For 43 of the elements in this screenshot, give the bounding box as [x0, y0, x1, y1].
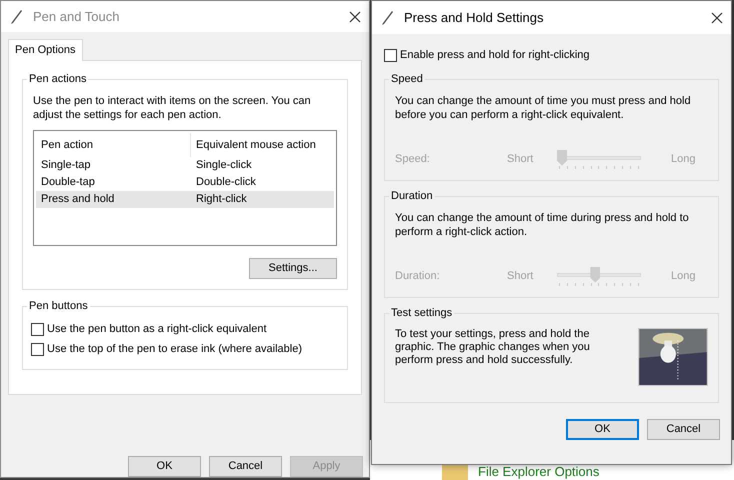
close-icon[interactable]: [349, 10, 361, 22]
pen-icon: [9, 8, 23, 24]
max-label: Long: [671, 269, 696, 284]
checkbox-label[interactable]: Enable press and hold for right-clicking: [400, 47, 590, 64]
slider-label: Duration:: [395, 269, 441, 284]
column-header[interactable]: Pen action: [36, 133, 191, 157]
settings-button[interactable]: Settings...: [249, 258, 337, 279]
list-cell-text: Press and hold: [40, 192, 116, 208]
min-label: Short: [507, 269, 534, 284]
description-text: Use the pen to interact with items on the screen. You can adjust the settings for each pen action.: [33, 94, 312, 122]
description-text: You can change the amount of time during press and hold to perform a right-click action.: [395, 210, 690, 238]
description-text: You can change the amount of time you must press and hold before you can perform a right-click equivalent.: [395, 94, 692, 122]
window-title: Pen and Touch: [33, 8, 120, 26]
dialog-button[interactable]: OK: [566, 418, 639, 440]
group-legend: Duration: [389, 188, 435, 202]
slider-label: Speed:: [395, 152, 431, 168]
list-cell-text: Double-tap: [40, 175, 96, 190]
window-title: Press and Hold Settings: [404, 8, 544, 27]
checkbox-label[interactable]: Use the top of the pen to erase ink (where available): [47, 340, 302, 358]
min-label: Short: [507, 152, 534, 168]
checkbox-label[interactable]: Use the pen button as a right-click equivalent: [47, 320, 267, 338]
dialog-button[interactable]: Cancel: [647, 418, 720, 440]
group-legend: Speed: [389, 72, 425, 86]
list-row[interactable]: Single-tap Single-click: [36, 157, 334, 174]
max-label: Long: [671, 152, 696, 168]
list-cell-text: Single-click: [195, 158, 253, 174]
checkbox[interactable]: [31, 322, 44, 336]
close-icon[interactable]: [711, 12, 723, 24]
checkbox[interactable]: [384, 48, 397, 62]
list-cell-text: Right-click: [195, 192, 248, 208]
tab[interactable]: Pen Options: [8, 39, 83, 61]
list-row[interactable]: Double-tap Double-click: [36, 174, 334, 191]
list-row[interactable]: Press and hold Right-click: [36, 191, 334, 208]
list-cell-text: Single-tap: [40, 158, 92, 174]
item-label[interactable]: File Explorer Options: [478, 465, 600, 479]
list-cell-text: Double-click: [195, 175, 257, 190]
column-header[interactable]: Equivalent mouse action: [191, 133, 334, 157]
description-text: To test your settings, press and hold the graphic. The graphic changes when you perform press and hold successfully.: [395, 328, 591, 368]
pen-icon: [380, 10, 394, 26]
group-legend: Test settings: [389, 306, 454, 320]
dialog-button[interactable]: Cancel: [209, 456, 282, 477]
checkbox[interactable]: [31, 342, 44, 356]
dialog-button[interactable]: OK: [128, 456, 201, 477]
